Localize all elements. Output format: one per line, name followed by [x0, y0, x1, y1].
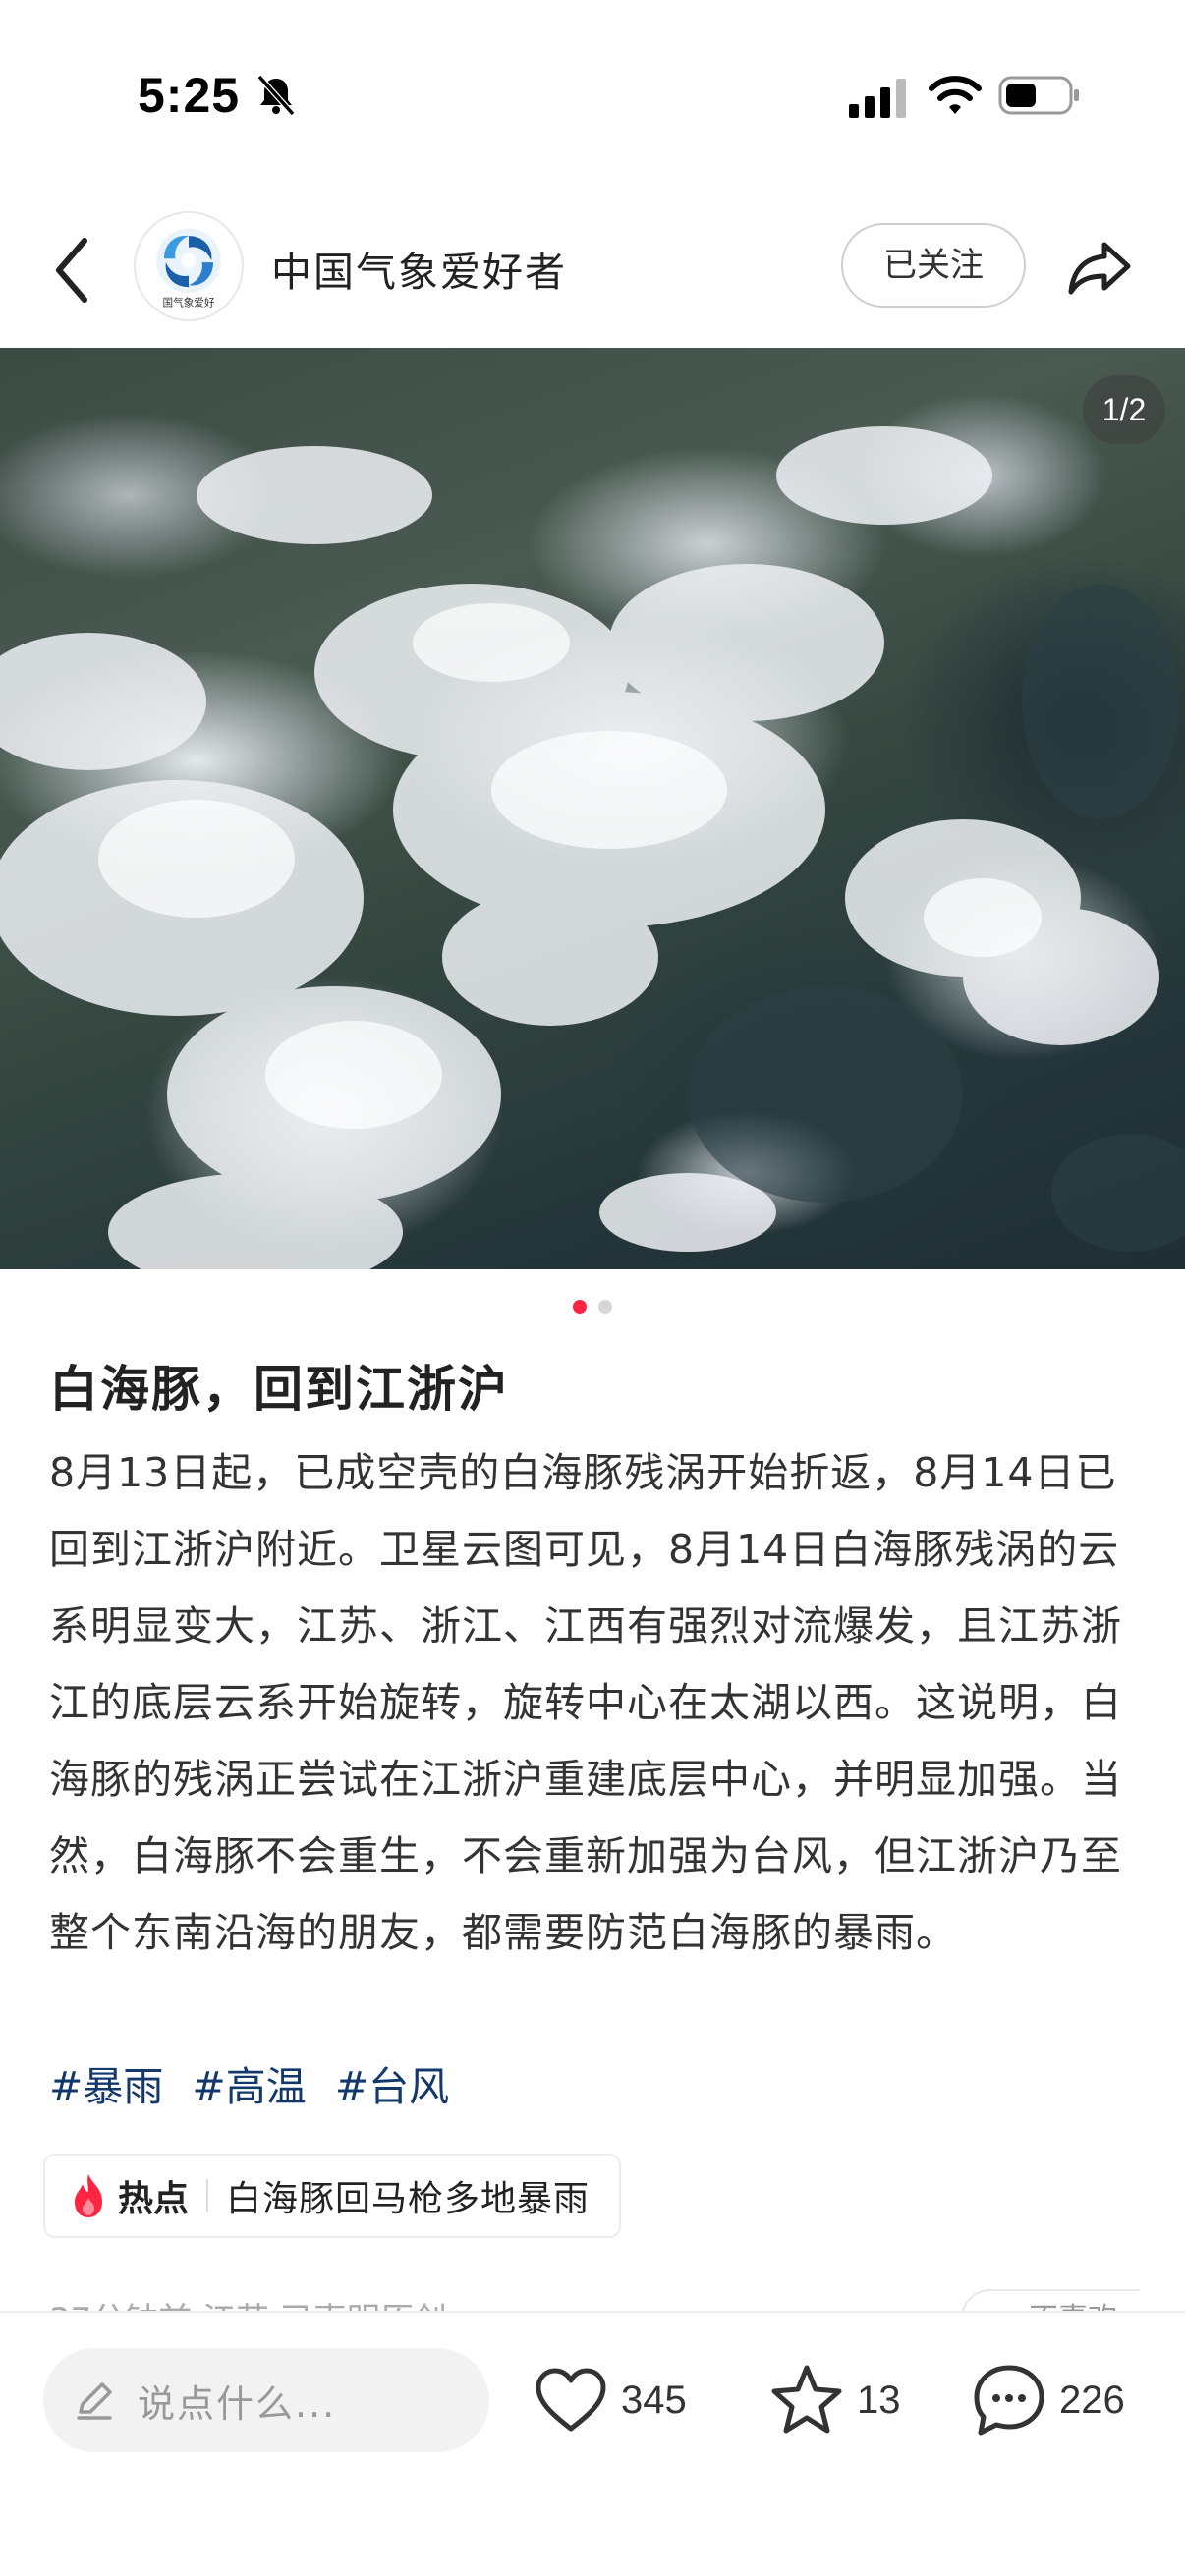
- post-header: 国气象爱好 中国气象爱好者 已关注: [0, 201, 1185, 349]
- carousel-dots: [0, 1299, 1185, 1315]
- tag-heat[interactable]: #高温: [192, 2063, 306, 2110]
- wifi-icon: [929, 76, 982, 114]
- avatar[interactable]: 国气象爱好: [134, 211, 244, 321]
- post-title: 白海豚，回到江浙沪: [49, 1361, 509, 1418]
- bottom-action-bar: 说点什么... 345 13 226: [0, 2311, 1185, 2576]
- like-button[interactable]: 345: [531, 2356, 687, 2444]
- back-icon[interactable]: [47, 233, 96, 308]
- tag-typhoon[interactable]: #台风: [335, 2063, 449, 2110]
- post-image-carousel[interactable]: 1/2: [0, 348, 1185, 1269]
- share-icon[interactable]: [1065, 231, 1136, 302]
- pencil-icon: [77, 2382, 112, 2420]
- comment-placeholder: 说点什么...: [138, 2381, 337, 2426]
- comment-input[interactable]: 说点什么...: [43, 2348, 489, 2452]
- comment-button[interactable]: 226: [969, 2356, 1125, 2444]
- hot-topic-chip[interactable]: 热点 白海豚回马枪多地暴雨: [43, 2154, 622, 2238]
- status-bar: 5:25: [0, 0, 1185, 187]
- hot-topic-divider: [206, 2179, 209, 2212]
- bell-muted-icon: [256, 74, 296, 117]
- carousel-dot[interactable]: [597, 1300, 612, 1314]
- status-time: 5:25: [138, 68, 241, 123]
- image-counter: 1/2: [1083, 375, 1165, 444]
- hot-topic-text: 白海豚回马枪多地暴雨: [226, 2179, 591, 2219]
- tag-rainstorm[interactable]: #暴雨: [49, 2063, 163, 2110]
- like-count: 345: [621, 2378, 687, 2422]
- collect-count: 13: [857, 2378, 901, 2422]
- comment-bubble-icon: [974, 2365, 1044, 2436]
- post-body: 8月13日起，已成空壳的白海豚残涡开始折返，8月14日已回到江浙沪附近。卫星云图…: [49, 1449, 1122, 1956]
- collect-button[interactable]: 13: [766, 2356, 901, 2444]
- account-name[interactable]: 中国气象爱好者: [271, 239, 567, 298]
- star-icon: [771, 2365, 842, 2434]
- carousel-dot-active[interactable]: [573, 1300, 588, 1314]
- signal-icon: [849, 79, 906, 118]
- heart-icon: [536, 2368, 606, 2432]
- svg-text:国气象爱好: 国气象爱好: [163, 297, 215, 309]
- weather-logo-icon: 国气象爱好: [156, 228, 221, 309]
- satellite-cloud-image: [0, 426, 1185, 1269]
- battery-icon: [998, 76, 1079, 115]
- post-tags: #暴雨 #高温 #台风: [49, 2053, 1140, 2112]
- fire-icon: [75, 2174, 102, 2217]
- comment-count: 226: [1059, 2378, 1125, 2422]
- follow-button[interactable]: 已关注: [841, 223, 1026, 308]
- hot-topic-label: 热点: [118, 2179, 190, 2219]
